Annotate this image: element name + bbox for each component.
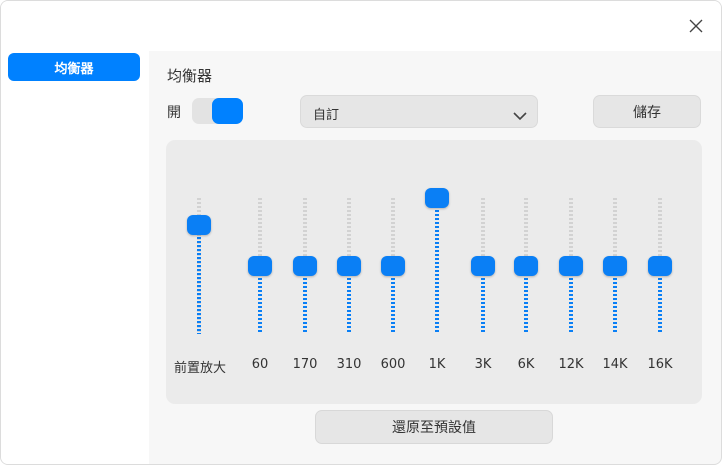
- slider-fill: [524, 266, 528, 334]
- sidebar-item-equalizer[interactable]: 均衡器: [8, 53, 140, 81]
- slider-fill: [481, 266, 485, 334]
- equalizer-window: 均衡器 均衡器 開 自訂 儲存 前置放大 60 170 310 600 1K 3K 6K 12K…: [0, 0, 722, 465]
- band-slider[interactable]: 600: [368, 140, 418, 404]
- band-slider[interactable]: 60: [235, 140, 285, 404]
- band-label: 16K: [647, 357, 673, 372]
- slider-thumb[interactable]: [603, 256, 627, 276]
- band-label: 600: [380, 357, 406, 372]
- slider-fill: [258, 266, 262, 334]
- slider-thumb[interactable]: [559, 256, 583, 276]
- preset-dropdown[interactable]: 自訂: [300, 95, 538, 128]
- slider-thumb[interactable]: [337, 256, 361, 276]
- band-slider[interactable]: 170: [280, 140, 330, 404]
- power-toggle[interactable]: [192, 98, 243, 124]
- reset-to-default-button[interactable]: 還原至預設值: [315, 410, 553, 444]
- toggle-knob: [212, 98, 243, 124]
- slider-thumb[interactable]: [187, 215, 211, 236]
- band-label: 310: [336, 357, 362, 372]
- save-button[interactable]: 儲存: [593, 95, 701, 128]
- band-label: 170: [292, 357, 318, 372]
- band-slider[interactable]: 6K: [501, 140, 551, 404]
- band-slider[interactable]: 12K: [546, 140, 596, 404]
- slider-fill: [613, 266, 617, 334]
- slider-fill: [658, 266, 662, 334]
- slider-fill: [303, 266, 307, 334]
- band-slider[interactable]: 310: [324, 140, 374, 404]
- band-slider[interactable]: 14K: [590, 140, 640, 404]
- slider-thumb[interactable]: [514, 256, 538, 276]
- slider-fill: [569, 266, 573, 334]
- title-bar: [1, 1, 721, 51]
- slider-fill: [435, 198, 439, 334]
- slider-fill: [197, 225, 201, 334]
- preamp-slider[interactable]: 前置放大: [174, 140, 227, 404]
- band-label: 前置放大: [174, 361, 227, 376]
- slider-fill: [347, 266, 351, 334]
- page-title: 均衡器: [167, 67, 213, 85]
- chevron-down-icon: [513, 106, 527, 125]
- slider-fill: [391, 266, 395, 334]
- band-slider[interactable]: 16K: [635, 140, 685, 404]
- slider-thumb[interactable]: [248, 256, 272, 276]
- preset-value: 自訂: [313, 108, 340, 123]
- sidebar-item-label: 均衡器: [54, 61, 94, 77]
- band-label: 14K: [602, 357, 628, 372]
- close-icon[interactable]: [685, 15, 707, 37]
- slider-thumb[interactable]: [648, 256, 672, 276]
- slider-thumb[interactable]: [425, 188, 449, 208]
- band-label: 12K: [558, 357, 584, 372]
- equalizer-panel: 前置放大 60 170 310 600 1K 3K 6K 12K 14K 16K: [166, 140, 702, 404]
- band-label: 1K: [428, 357, 446, 372]
- power-label: 開: [167, 105, 181, 121]
- slider-thumb[interactable]: [381, 256, 405, 276]
- slider-thumb[interactable]: [293, 256, 317, 276]
- band-slider[interactable]: 1K: [412, 140, 462, 404]
- sidebar: 均衡器: [1, 51, 149, 464]
- band-label: 60: [251, 357, 269, 372]
- slider-thumb[interactable]: [471, 256, 495, 276]
- band-label: 6K: [517, 357, 535, 372]
